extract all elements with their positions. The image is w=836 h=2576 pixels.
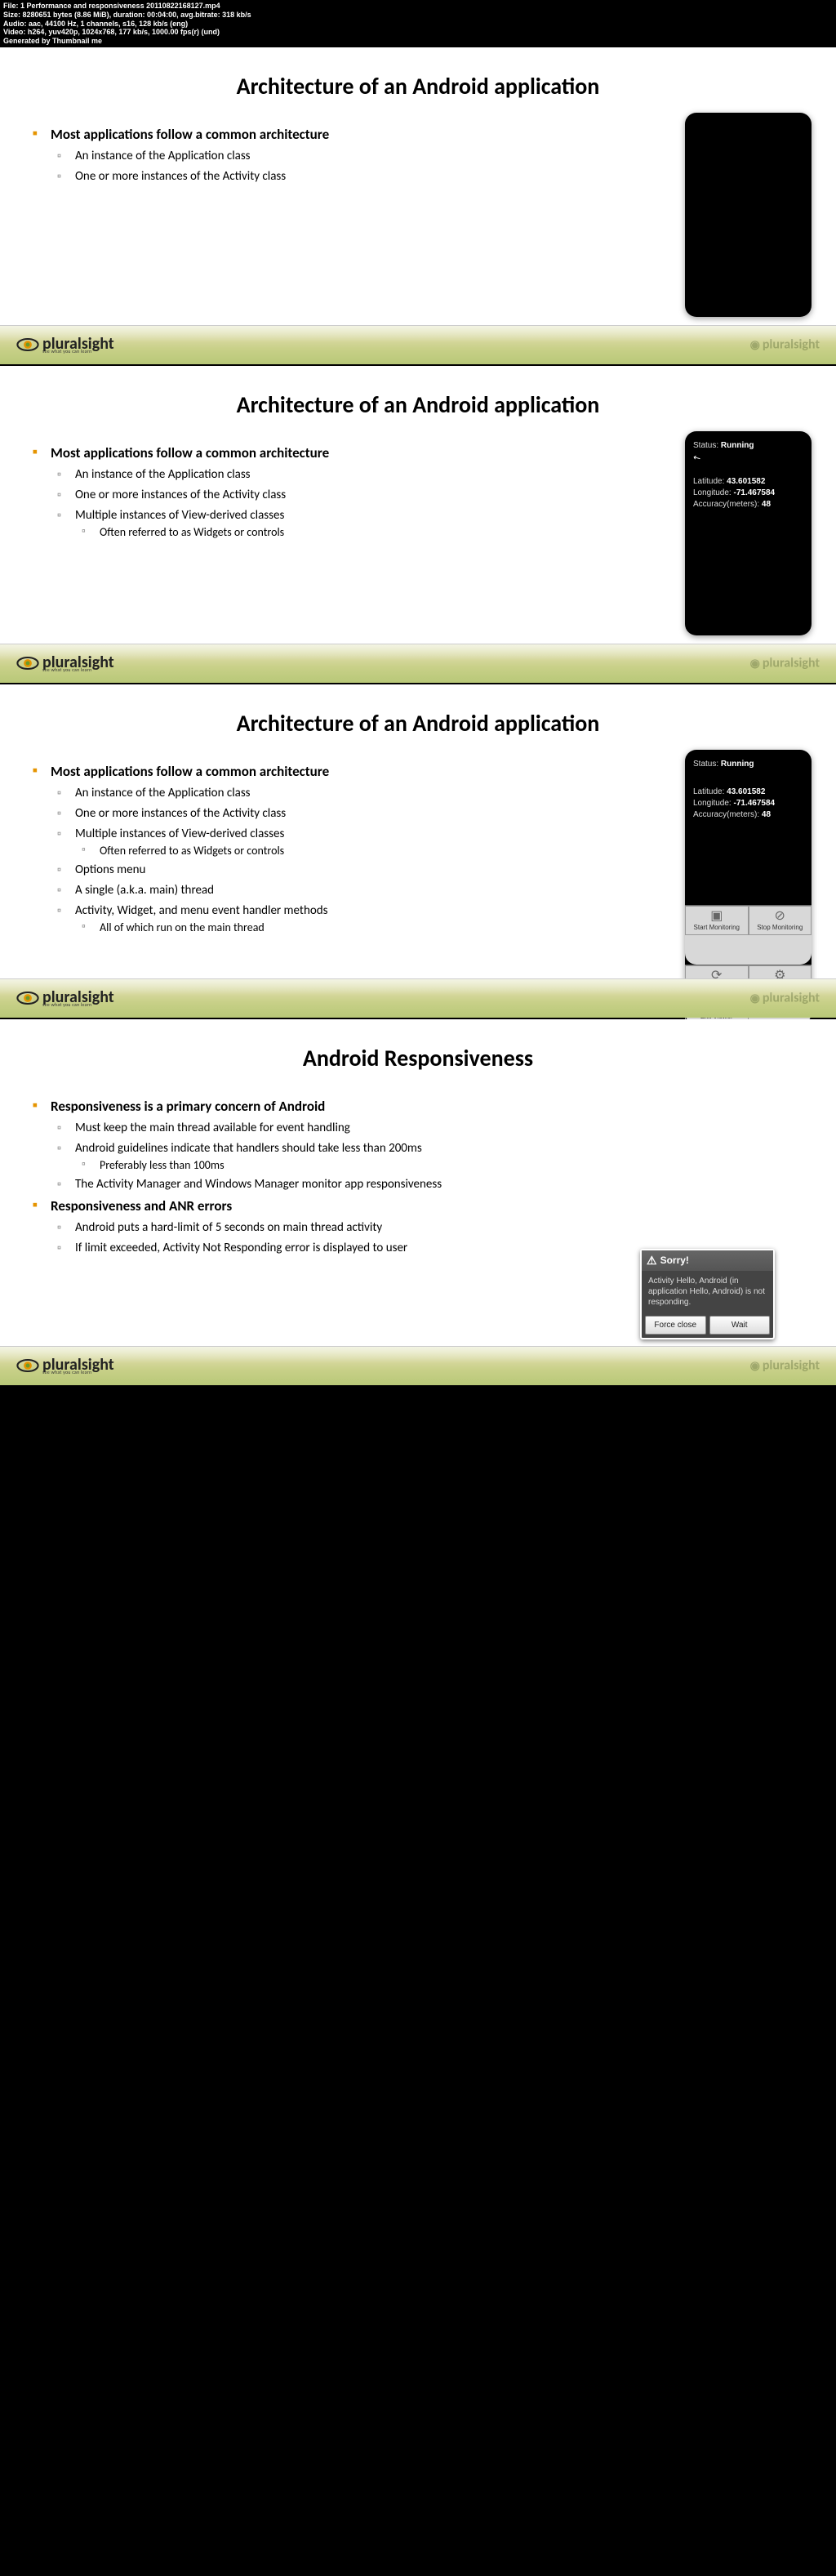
pluralsight-logo: pluralsight see what you can learn [16,337,114,354]
bullet-main: Responsiveness is a primary concern of A… [33,1097,772,1193]
meta-video: Video: h264, yuv420p, 1024x768, 177 kb/s… [3,28,833,37]
phone-lon: Longitude: -71.467584 [693,488,803,497]
meta-size: Size: 8280651 bytes (8.86 MiB), duration… [3,11,833,20]
sub-bullet: Android puts a hard-limit of 5 seconds o… [57,1219,772,1237]
play-icon: ▣ [687,910,746,923]
phone-status-line: Status: Running [693,760,803,769]
sub-bullet: Multiple instances of View-derived class… [57,826,496,859]
pluralsight-logo: pluralsight see what you can learn [16,656,114,672]
slide-4: Android Responsiveness Responsiveness is… [0,1019,836,1385]
phone-acc: Accuracy(meters): 48 [693,500,803,509]
eye-icon [16,656,39,671]
bullet-text: Responsiveness and ANR errors [51,1197,232,1214]
sub-bullet: The Activity Manager and Windows Manager… [57,1176,772,1193]
sub-sub-bullet: Often referred to as Widgets or controls [82,524,496,541]
sub-bullet: An instance of the Application class [57,466,496,484]
anr-button-row: Force close Wait [642,1313,773,1338]
sub-bullet: Android guidelines indicate that handler… [57,1140,772,1174]
anr-body-text: Activity Hello, Android (in application … [642,1271,773,1313]
sub-bullet: An instance of the Application class [57,148,496,165]
pluralsight-watermark: ◉pluralsight [750,1358,820,1374]
cursor-icon: ↖ [693,452,803,463]
logo-text: pluralsight see what you can learn [42,991,114,1007]
bullet-main: Most applications follow a common archit… [33,762,496,936]
slide-footer: pluralsight see what you can learn ◉plur… [0,978,836,1018]
meta-generator: Generated by Thumbnail me [3,37,833,46]
pluralsight-watermark: ◉pluralsight [750,991,820,1006]
slide-title: Architecture of an Android application [24,709,812,738]
sub-bullet: One or more instances of the Activity cl… [57,487,496,504]
eye-icon [16,1358,39,1373]
warning-icon: ⚠ [647,1254,657,1268]
options-menu-top: ▣Start Monitoring ⊘Stop Monitoring [685,905,812,965]
video-metadata-header: File: 1 Performance and responsiveness 2… [0,0,836,47]
bullet-text: Most applications follow a common archit… [51,126,329,143]
slide-2: Architecture of an Android application M… [0,366,836,683]
eye-icon [16,991,39,1005]
phone-lon: Longitude: -71.467584 [693,799,803,808]
slide-footer: pluralsight see what you can learn ◉plur… [0,1346,836,1385]
logo-text: pluralsight see what you can learn [42,1358,114,1375]
sub-bullet: One or more instances of the Activity cl… [57,805,496,822]
logo-text: pluralsight see what you can learn [42,656,114,672]
sub-sub-bullet: All of which run on the main thread [82,920,496,936]
bullet-text: Responsiveness is a primary concern of A… [51,1098,325,1115]
wait-button[interactable]: Wait [709,1316,771,1335]
phone-mockup-status: Status: Running ↖ Latitude: 43.601582 Lo… [685,431,812,635]
bullet-text: Most applications follow a common archit… [51,763,329,780]
slide-1: Architecture of an Android application M… [0,47,836,364]
pluralsight-watermark: ◉pluralsight [750,656,820,671]
phone-acc: Accuracy(meters): 48 [693,810,803,819]
meta-file: File: 1 Performance and responsiveness 2… [3,2,833,11]
sub-sub-bullet: Often referred to as Widgets or controls [82,843,496,859]
pluralsight-logo: pluralsight see what you can learn [16,991,114,1007]
sub-bullet: One or more instances of the Activity cl… [57,168,496,185]
meta-audio: Audio: aac, 44100 Hz, 1 channels, s16, 1… [3,20,833,29]
slide-title: Android Responsiveness [24,1044,812,1072]
anr-title-bar: ⚠ Sorry! [642,1250,773,1271]
phone-mockup-blank [685,113,812,317]
bullet-main: Most applications follow a common archit… [33,443,496,540]
slide-footer: pluralsight see what you can learn ◉plur… [0,325,836,364]
phone-status-line: Status: Running [693,441,803,450]
anr-title-text: Sorry! [660,1255,689,1266]
sub-bullet: Multiple instances of View-derived class… [57,507,496,541]
pluralsight-logo: pluralsight see what you can learn [16,1358,114,1375]
sub-bullet: Options menu [57,862,496,879]
menu-stop-monitoring[interactable]: ⊘Stop Monitoring [749,906,812,935]
sub-sub-bullet: Preferably less than 100ms [82,1157,772,1174]
sub-bullet: A single (a.k.a. main) thread [57,882,496,899]
slide-title: Architecture of an Android application [24,390,812,419]
force-close-button[interactable]: Force close [645,1316,706,1335]
phone-mockup-menu: Status: Running Latitude: 43.601582 Long… [685,750,812,1003]
logo-text: pluralsight see what you can learn [42,337,114,354]
eye-icon [16,337,39,352]
menu-start-monitoring[interactable]: ▣Start Monitoring [685,906,749,935]
sub-bullet: Must keep the main thread available for … [57,1120,772,1137]
phone-lat: Latitude: 43.601582 [693,787,803,796]
bullet-main: Most applications follow a common archit… [33,125,496,185]
phone-lat: Latitude: 43.601582 [693,477,803,486]
slide-footer: pluralsight see what you can learn ◉plur… [0,644,836,683]
sub-bullet: An instance of the Application class [57,785,496,802]
stop-icon: ⊘ [751,910,810,923]
slide-title: Architecture of an Android application [24,72,812,100]
slide-3: Architecture of an Android application M… [0,684,836,1018]
sub-bullet: Activity, Widget, and menu event handler… [57,902,496,936]
anr-dialog: ⚠ Sorry! Activity Hello, Android (in app… [640,1249,775,1339]
bullet-text: Most applications follow a common archit… [51,444,329,461]
pluralsight-watermark: ◉pluralsight [750,337,820,353]
